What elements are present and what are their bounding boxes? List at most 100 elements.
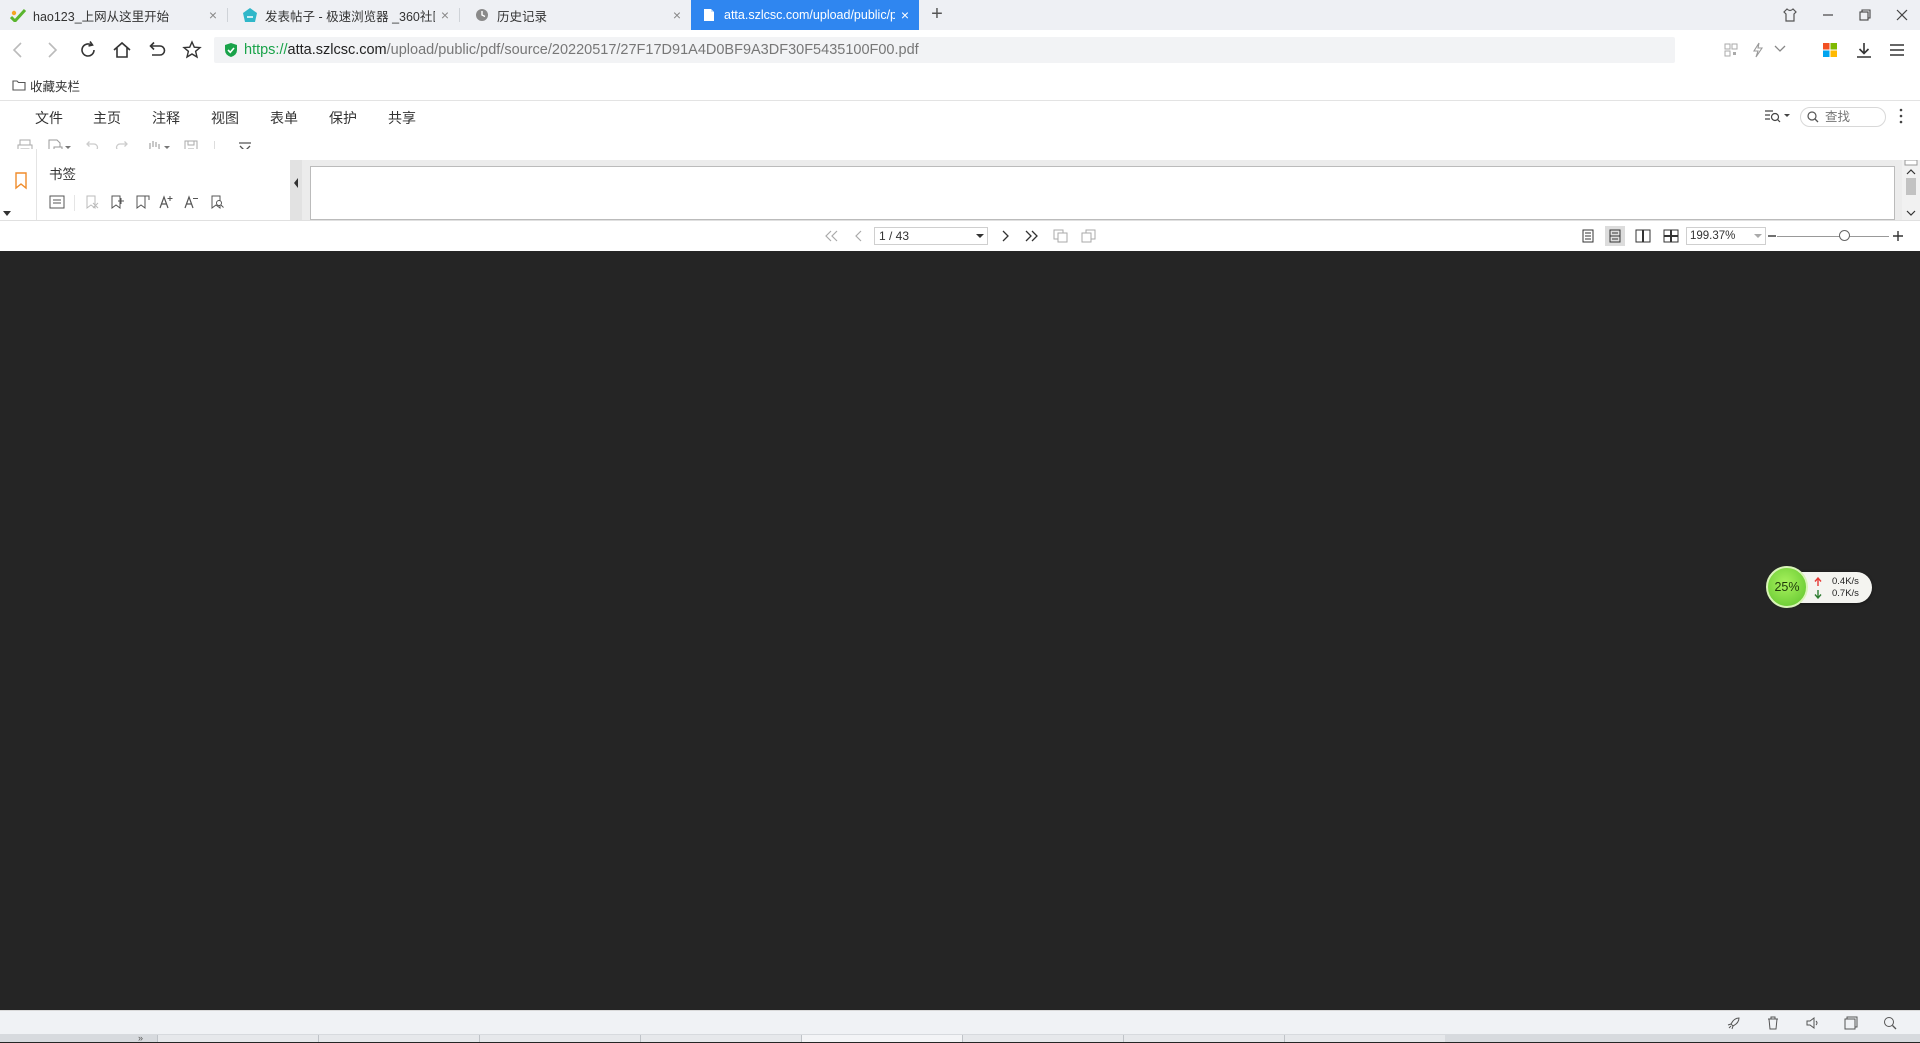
restore-button[interactable] — [1853, 3, 1877, 27]
panel-expand-icon[interactable] — [3, 211, 11, 217]
expand-bookmarks-icon[interactable] — [156, 192, 176, 212]
bookmark-panel: 书签 — [0, 149, 290, 221]
chevron-down-icon[interactable] — [1774, 45, 1786, 53]
collapse-bookmarks-icon[interactable] — [181, 192, 201, 212]
volume-icon[interactable] — [1802, 1012, 1824, 1034]
tab-close-button[interactable]: × — [203, 7, 223, 23]
tab-title: 历史记录 — [497, 9, 548, 24]
navigation-bar: https://atta.szlcsc.com/upload/public/pd… — [0, 30, 1920, 70]
network-monitor-widget[interactable]: 0.4K/s 0.7K/s 25% — [1766, 566, 1874, 608]
bookmarks-folder[interactable]: 收藏夹栏 — [12, 76, 80, 95]
home-icon[interactable] — [110, 38, 134, 62]
tab-history[interactable]: 历史记录 × — [464, 0, 691, 30]
tab-hao123[interactable]: hao123_上网从这里开始 × — [0, 0, 227, 30]
tab-title: 发表帖子 - 极速浏览器 _360社区 — [265, 9, 435, 24]
pdf-search-input[interactable] — [1823, 109, 1882, 125]
upload-arrow-icon — [1814, 576, 1822, 586]
menu-comment[interactable]: 注释 — [152, 108, 180, 128]
taskbar-overflow-icon[interactable]: » — [138, 1034, 143, 1043]
tab-360-community[interactable]: 发表帖子 - 极速浏览器 _360社区 × — [232, 0, 459, 30]
tab-title: hao123_上网从这里开始 — [33, 9, 170, 24]
vertical-scrollbar[interactable] — [1902, 160, 1920, 220]
minimize-button[interactable] — [1816, 3, 1840, 27]
taskbar-item[interactable] — [479, 1035, 640, 1042]
delete-bookmark-icon[interactable] — [82, 192, 102, 212]
pdf-search-box[interactable] — [1800, 107, 1886, 127]
tab-close-button[interactable]: × — [895, 7, 915, 23]
bookmark-list-icon[interactable] — [47, 192, 67, 212]
apps-icon[interactable] — [1818, 38, 1842, 62]
pdf-page — [310, 166, 1895, 220]
speedup-rocket-icon[interactable] — [1723, 1012, 1745, 1034]
menu-icon[interactable] — [1885, 38, 1909, 62]
download-icon[interactable] — [1852, 38, 1876, 62]
cpu-usage-ball[interactable]: 25% — [1766, 566, 1808, 608]
dropdown-arrow-icon — [1754, 234, 1762, 238]
cpu-usage-value: 25% — [1774, 580, 1800, 594]
qr-code-icon[interactable] — [1724, 43, 1738, 57]
download-speed-value: 0.7K/s — [1832, 588, 1859, 599]
single-page-icon[interactable] — [1578, 226, 1598, 246]
menu-share[interactable]: 共享 — [388, 108, 416, 128]
undo-close-icon[interactable] — [144, 38, 168, 62]
tab-close-button[interactable]: × — [435, 7, 455, 23]
last-page-icon[interactable] — [1022, 226, 1042, 246]
continuous-facing-icon[interactable] — [1661, 226, 1681, 246]
zoom-slider-thumb[interactable] — [1839, 230, 1850, 241]
taskbar-item[interactable] — [1123, 1035, 1284, 1042]
first-page-icon[interactable] — [821, 226, 841, 246]
continuous-page-icon[interactable] — [1605, 226, 1625, 246]
upload-speed: 0.4K/s — [1814, 576, 1859, 587]
facing-pages-icon[interactable] — [1633, 226, 1653, 246]
add-bookmark-icon[interactable] — [107, 192, 127, 212]
skin-icon[interactable] — [1778, 3, 1802, 27]
panel-collapse-handle[interactable] — [290, 160, 302, 220]
clock-icon — [474, 7, 490, 23]
new-tab-button[interactable]: + — [926, 3, 948, 27]
taskbar-item[interactable] — [640, 1035, 801, 1042]
window-mode-icon[interactable] — [1840, 1012, 1862, 1034]
taskbar-item[interactable] — [318, 1035, 479, 1042]
taskbar-item[interactable] — [157, 1035, 318, 1042]
page-number-input[interactable]: 1 / 43 — [874, 227, 988, 245]
panel-title: 书签 — [49, 167, 76, 182]
more-options-icon[interactable] — [1895, 106, 1907, 126]
menu-form[interactable]: 表单 — [270, 108, 298, 128]
next-page-icon[interactable] — [995, 226, 1015, 246]
reload-icon[interactable] — [76, 38, 100, 62]
browser-status-bar — [0, 1010, 1920, 1035]
address-bar[interactable]: https://atta.szlcsc.com/upload/public/pd… — [214, 37, 1786, 63]
menu-file[interactable]: 文件 — [35, 108, 63, 128]
taskbar-item[interactable] — [962, 1035, 1123, 1042]
zoom-search-icon[interactable] — [1879, 1012, 1901, 1034]
star-icon[interactable] — [180, 38, 204, 62]
search-mode-icon[interactable] — [1763, 106, 1793, 126]
upload-speed-value: 0.4K/s — [1832, 576, 1859, 587]
zoom-level-input[interactable]: 199.37% — [1686, 227, 1766, 245]
taskbar-item[interactable] — [801, 1035, 962, 1042]
zoom-out-icon[interactable] — [1767, 230, 1777, 242]
previous-view-icon[interactable] — [1051, 226, 1071, 246]
previous-page-icon[interactable] — [849, 226, 869, 246]
clear-trash-icon[interactable] — [1762, 1012, 1784, 1034]
lightning-icon[interactable] — [1752, 42, 1764, 58]
next-view-icon[interactable] — [1079, 226, 1099, 246]
back-button[interactable] — [6, 38, 30, 62]
menu-home[interactable]: 主页 — [93, 108, 121, 128]
tab-pdf[interactable]: atta.szlcsc.com/upload/public/pdf/source… — [691, 0, 919, 30]
hao123-icon — [10, 7, 26, 23]
taskbar-item[interactable] — [1284, 1035, 1445, 1042]
zoom-slider-track[interactable] — [1777, 236, 1889, 237]
zoom-in-icon[interactable] — [1892, 230, 1904, 242]
dropdown-arrow-icon — [976, 234, 984, 238]
tab-close-button[interactable]: × — [667, 7, 687, 23]
close-window-button[interactable] — [1890, 3, 1914, 27]
url-path: /upload/public/pdf/source/20220517/27F17… — [386, 42, 919, 58]
add-child-bookmark-icon[interactable] — [132, 192, 152, 212]
bookmark-panel-icon[interactable] — [11, 171, 31, 191]
find-bookmark-icon[interactable] — [207, 192, 227, 212]
menu-protect[interactable]: 保护 — [329, 108, 357, 128]
download-speed: 0.7K/s — [1814, 588, 1859, 599]
menu-view[interactable]: 视图 — [211, 108, 239, 128]
forward-button[interactable] — [40, 38, 64, 62]
